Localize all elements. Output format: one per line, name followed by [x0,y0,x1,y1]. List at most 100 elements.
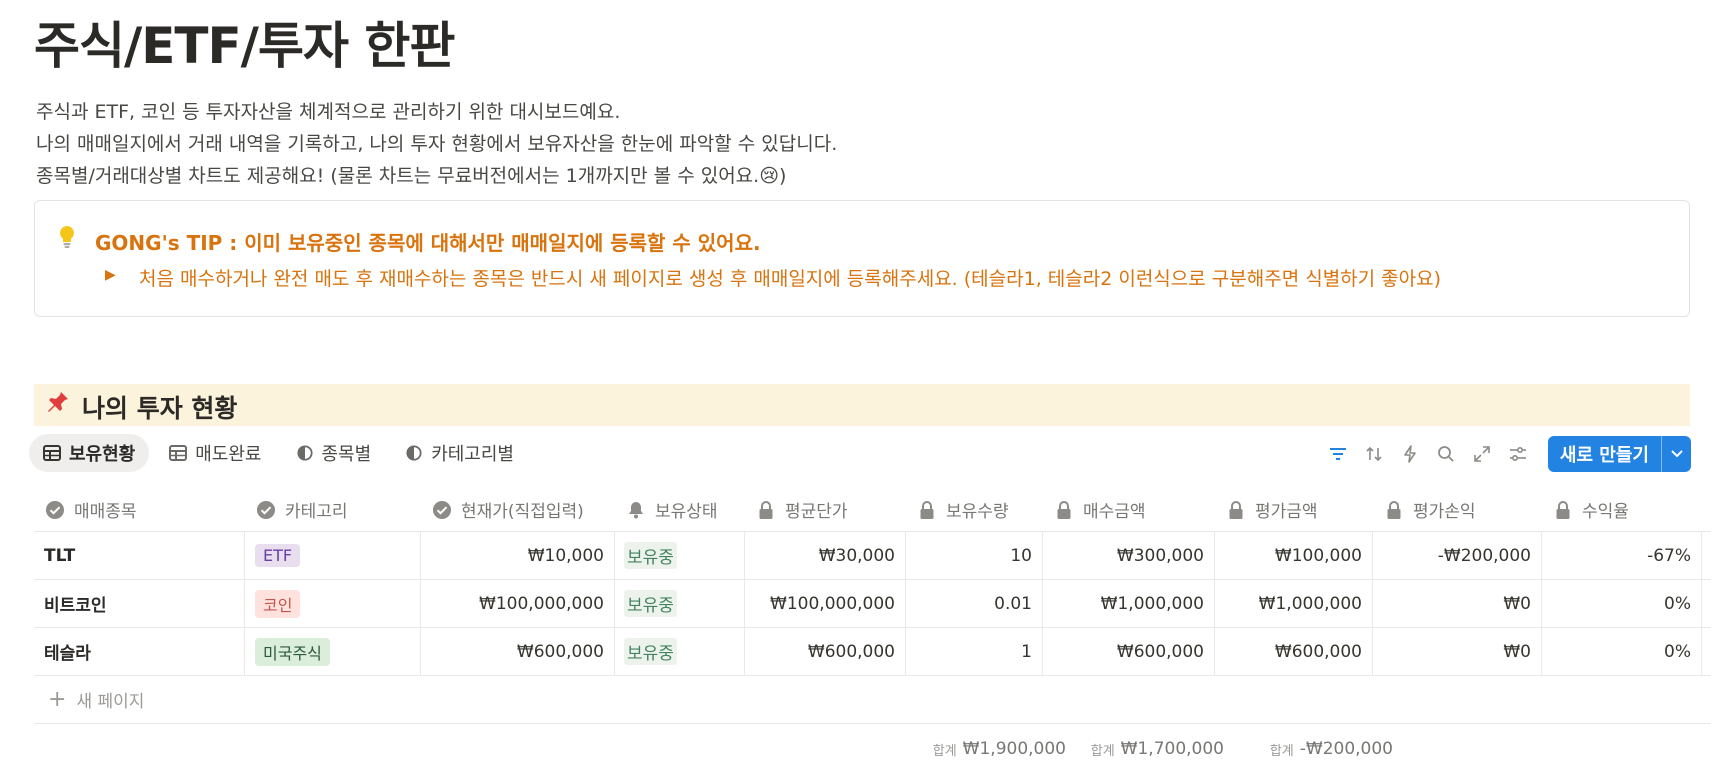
add-new-page-row[interactable]: + 새 페이지 [34,676,1711,724]
cell-return[interactable]: 0% [1542,580,1702,627]
cell-category[interactable]: 코인 [245,580,421,627]
category-tag: ETF [255,544,301,567]
lock-icon [1556,500,1570,519]
tab-label: 보유현황 [69,444,136,465]
cell-stock-name[interactable]: TLT [34,532,245,579]
sum-value: ₩1,700,000 [1120,739,1224,759]
cell-eval-amount[interactable]: ₩1,000,000 [1215,580,1373,627]
cell-status[interactable]: 보유중 [615,532,745,579]
pushpin-icon [46,390,70,422]
cell-stock-name[interactable]: 비트코인 [34,580,245,627]
cell-current-price[interactable]: ₩100,000,000 [421,580,615,627]
tip-title: GONG's TIP : 이미 보유중인 종목에 대해서만 매매일지에 등록할 … [95,231,761,255]
tab-by-category[interactable]: 카테고리별 [391,434,528,472]
new-page-label: 새 페이지 [76,692,145,712]
section-header: 나의 투자 현황 [34,384,1690,426]
new-button-dropdown[interactable] [1661,436,1691,472]
cell-stock-name[interactable]: 테슬라 [34,628,245,675]
tab-sold[interactable]: 매도완료 [155,434,275,472]
lock-icon [1057,500,1071,519]
cell-current-price[interactable]: ₩10,000 [421,532,615,579]
cell-pnl[interactable]: ₩0 [1373,628,1542,675]
column-header-qty[interactable]: 보유수량 [906,488,1043,531]
column-label: 카테고리 [285,502,348,522]
cell-qty[interactable]: 0.01 [906,580,1043,627]
description-line-2: 나의 매매일지에서 거래 내역을 기록하고, 나의 투자 현황에서 보유자산을 … [36,133,838,155]
cell-category[interactable]: 미국주식 [245,628,421,675]
tip-toggle-text[interactable]: 처음 매수하거나 완전 매도 후 재매수하는 종목은 반드시 새 페이지로 생성… [139,264,1441,291]
sum-pnl[interactable]: 합계 -₩200,000 [1236,724,1405,774]
lock-icon [759,500,773,519]
cell-eval-amount[interactable]: ₩600,000 [1215,628,1373,675]
holdings-table: 매매종목 카테고리 현재가(직접입력) 보유상태 평균단가 보유수량 매수금액 [34,488,1711,774]
new-button-group: 새로 만들기 [1547,436,1691,472]
status-badge: 보유중 [624,542,677,569]
cell-status[interactable]: 보유중 [615,580,745,627]
table-row[interactable]: 테슬라 미국주식 ₩600,000 보유중 ₩600,000 1 ₩600,000 ₩600,… [34,628,1711,676]
filter-icon[interactable] [1328,444,1348,464]
column-header-eval-amount[interactable]: 평가금액 [1215,488,1373,531]
pie-chart-icon [406,445,422,461]
sum-label: 합계 [1269,743,1294,759]
cell-buy-amount[interactable]: ₩300,000 [1043,532,1215,579]
settings-sliders-icon[interactable] [1508,444,1528,464]
column-header-current-price[interactable]: 현재가(직접입력) [421,488,615,531]
column-header-buy-amount[interactable]: 매수금액 [1043,488,1215,531]
lightbulb-icon [57,225,77,255]
automation-icon[interactable] [1400,444,1420,464]
table-row[interactable]: 비트코인 코인 ₩100,000,000 보유중 ₩100,000,000 0.01 ₩1,… [34,580,1711,628]
column-label: 현재가(직접입력) [461,502,584,522]
view-toolbar: 새로 만들기 [1328,436,1691,472]
cell-avg-price[interactable]: ₩600,000 [745,628,906,675]
table-icon [169,445,188,461]
sum-spacer [34,724,906,774]
tab-by-stock[interactable]: 종목별 [282,434,386,472]
column-label: 매수금액 [1083,502,1146,522]
table-header: 매매종목 카테고리 현재가(직접입력) 보유상태 평균단가 보유수량 매수금액 [34,488,1711,532]
column-header-category[interactable]: 카테고리 [245,488,421,531]
cell-avg-price[interactable]: ₩100,000,000 [745,580,906,627]
description-line-1: 주식과 ETF, 코인 등 투자자산을 체계적으로 관리하기 위한 대시보드예요… [36,101,621,123]
toggle-triangle-icon[interactable]: ▶ [105,267,116,283]
page-description: 주식과 ETF, 코인 등 투자자산을 체계적으로 관리하기 위한 대시보드예요… [36,96,837,192]
column-header-pnl[interactable]: 평가손익 [1373,488,1542,531]
sum-eval-amount[interactable]: 합계 ₩1,700,000 [1078,724,1236,774]
column-header-stock[interactable]: 매매종목 [34,488,245,531]
plus-icon: + [48,686,67,712]
cell-current-price[interactable]: ₩600,000 [421,628,615,675]
expand-icon[interactable] [1472,444,1492,464]
cell-avg-price[interactable]: ₩30,000 [745,532,906,579]
new-button[interactable]: 새로 만들기 [1548,436,1661,472]
check-circle-icon [257,500,275,519]
search-icon[interactable] [1436,444,1456,464]
column-header-return[interactable]: 수익율 [1542,488,1702,531]
cell-pnl[interactable]: -₩200,000 [1373,532,1542,579]
chevron-down-icon [1670,450,1683,458]
sum-buy-amount[interactable]: 합계 ₩1,900,000 [906,724,1078,774]
table-icon [43,445,61,461]
cell-qty[interactable]: 1 [906,628,1043,675]
cell-eval-amount[interactable]: ₩100,000 [1215,532,1373,579]
section-title: 나의 투자 현황 [82,394,238,423]
sort-icon[interactable] [1364,444,1384,464]
cell-qty[interactable]: 10 [906,532,1043,579]
table-body: TLT ETF ₩10,000 보유중 ₩30,000 10 ₩300,000 ₩100,00… [34,532,1711,676]
column-label: 보유상태 [655,502,718,522]
cell-buy-amount[interactable]: ₩600,000 [1043,628,1215,675]
tab-holdings[interactable]: 보유현황 [29,434,150,472]
tab-label: 카테고리별 [431,444,514,465]
page-title: 주식/ETF/투자 한판 [34,17,455,75]
table-row[interactable]: TLT ETF ₩10,000 보유중 ₩30,000 10 ₩300,000 ₩100,00… [34,532,1711,580]
column-label: 매매종목 [74,502,137,522]
cell-buy-amount[interactable]: ₩1,000,000 [1043,580,1215,627]
cell-return[interactable]: 0% [1542,628,1702,675]
cell-pnl[interactable]: ₩0 [1373,580,1542,627]
cell-return[interactable]: -67% [1542,532,1702,579]
column-header-avg-price[interactable]: 평균단가 [745,488,906,531]
sum-value: -₩200,000 [1299,739,1393,759]
bell-icon [629,501,643,518]
cell-category[interactable]: ETF [245,532,421,579]
column-header-status[interactable]: 보유상태 [615,488,745,531]
cell-status[interactable]: 보유중 [615,628,745,675]
column-label: 보유수량 [946,502,1009,522]
